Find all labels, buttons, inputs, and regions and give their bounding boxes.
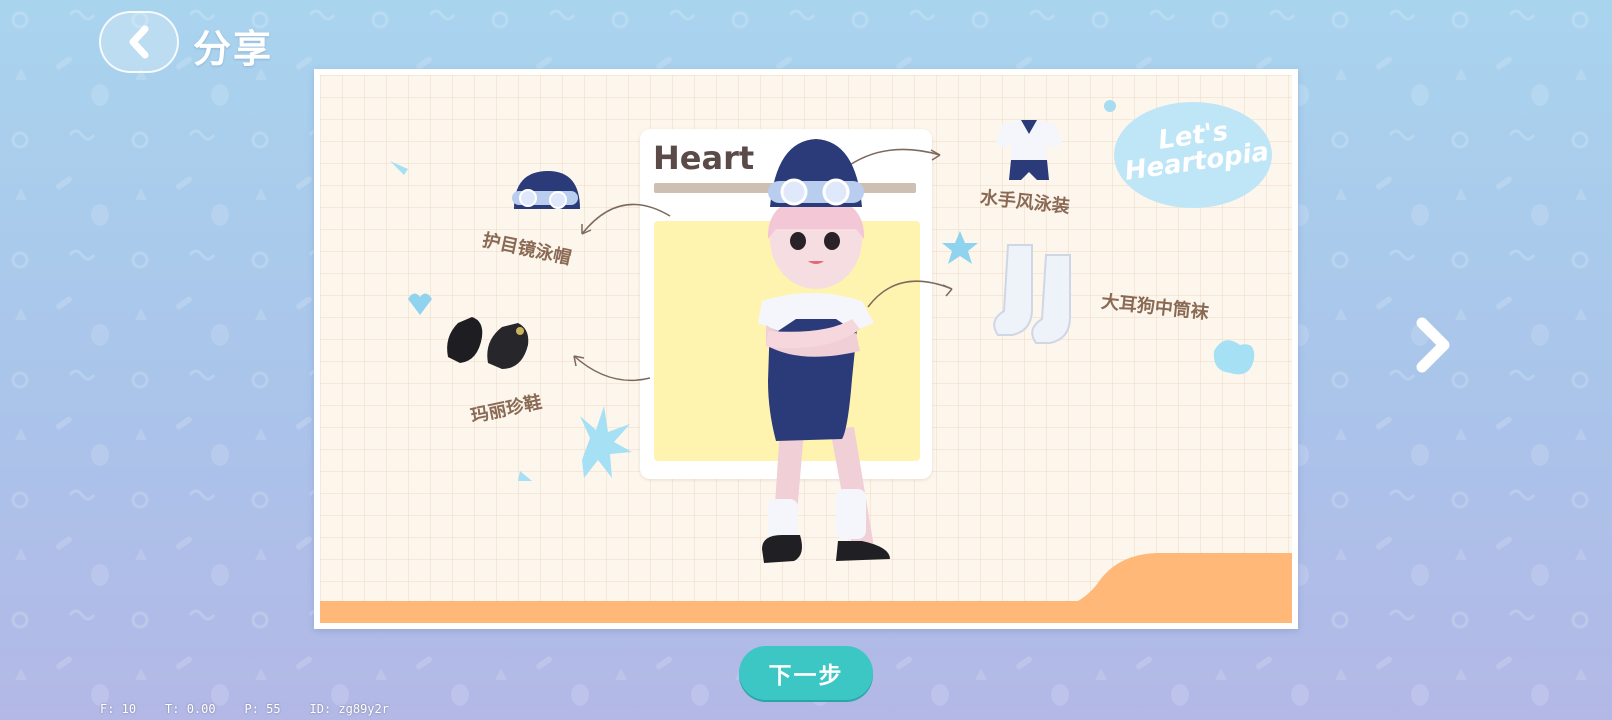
swim-cap-goggles-icon: [512, 171, 580, 209]
avatar-character: [758, 139, 890, 563]
debug-info: F: 10 T: 0.00 P: 55 ID: zg89y2r: [100, 702, 389, 716]
share-card: Heart Let's Heartopia 护目镜泳帽 水手风泳装 大耳狗中筒袜…: [314, 69, 1298, 629]
sailor-swimsuit-icon: [995, 120, 1063, 180]
page-title: 分享: [193, 27, 274, 71]
mid-calf-socks-icon: [993, 244, 1071, 344]
next-step-button[interactable]: 下一步: [739, 646, 873, 700]
next-arrow-icon[interactable]: [1410, 315, 1460, 375]
back-button[interactable]: [99, 11, 179, 73]
mary-jane-shoes-icon: [447, 317, 529, 369]
chevron-left-icon: [129, 25, 149, 59]
share-card-canvas: Heart Let's Heartopia 护目镜泳帽 水手风泳装 大耳狗中筒袜…: [320, 75, 1292, 623]
